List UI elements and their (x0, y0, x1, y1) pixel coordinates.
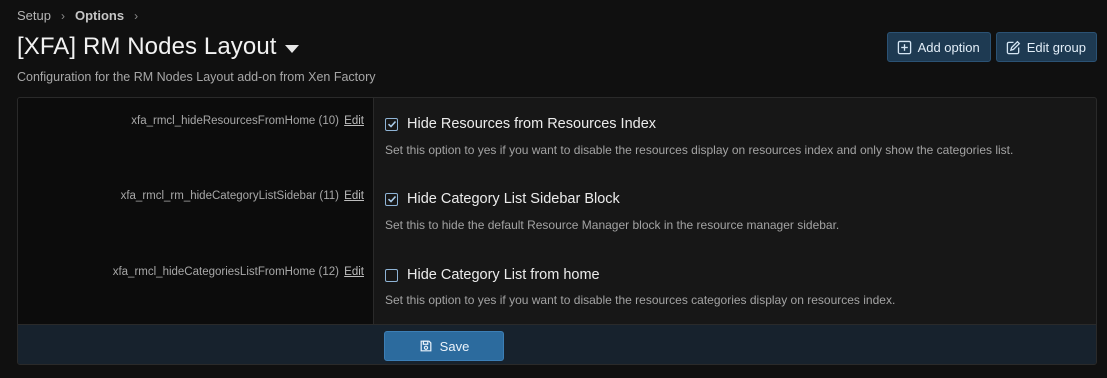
plus-square-icon (897, 40, 911, 54)
checkbox-checked[interactable] (385, 192, 398, 206)
option-checkbox-control[interactable]: Hide Resources from Resources Index (385, 116, 656, 132)
option-hint: Set this to hide the default Resource Ma… (385, 218, 840, 232)
option-label: Hide Category List Sidebar Block (407, 191, 620, 207)
save-icon (420, 340, 432, 352)
caret-down-icon[interactable] (284, 44, 299, 53)
edit-icon (1006, 40, 1020, 54)
header-actions: Add option Edit group (886, 32, 1097, 62)
add-option-button[interactable]: Add option (886, 32, 991, 62)
option-edit-link[interactable]: Edit (344, 115, 364, 127)
option-label: Hide Resources from Resources Index (407, 116, 657, 132)
option-key: xfa_rmcl_hideCategoriesListFromHome (12)… (34, 266, 364, 278)
breadcrumb: Setup › Options › (17, 8, 148, 23)
option-key-column (18, 98, 374, 324)
checkbox-checked[interactable] (385, 117, 398, 131)
option-label: Hide Category List from home (407, 267, 600, 283)
chevron-right-icon: › (60, 8, 65, 23)
chevron-right-icon: › (134, 8, 139, 23)
option-edit-link[interactable]: Edit (344, 190, 364, 202)
edit-group-button[interactable]: Edit group (995, 32, 1097, 62)
breadcrumb-options[interactable]: Options (75, 8, 124, 23)
option-key-text: xfa_rmcl_hideCategoriesListFromHome (12) (112, 266, 339, 278)
option-hint: Set this option to yes if you want to di… (385, 293, 896, 307)
options-body: xfa_rmcl_hideResourcesFromHome (10) Edit… (18, 98, 1096, 324)
option-key: xfa_rmcl_hideResourcesFromHome (10) Edit (34, 115, 364, 127)
page-description: Configuration for the RM Nodes Layout ad… (17, 70, 376, 84)
option-checkbox-control[interactable]: Hide Category List from home (385, 267, 600, 283)
edit-group-label: Edit group (1026, 39, 1086, 55)
title-row: [XFA] RM Nodes Layout (17, 33, 299, 61)
option-key-text: xfa_rmcl_hideResourcesFromHome (10) (131, 115, 339, 127)
option-checkbox-control[interactable]: Hide Category List Sidebar Block (385, 191, 620, 207)
checkbox-unchecked[interactable] (385, 268, 398, 282)
options-form: xfa_rmcl_hideResourcesFromHome (10) Edit… (17, 97, 1097, 365)
option-key-text: xfa_rmcl_rm_hideCategoryListSidebar (11) (120, 190, 339, 202)
save-button[interactable]: Save (384, 331, 504, 361)
option-edit-link[interactable]: Edit (344, 266, 364, 278)
check-icon (387, 195, 396, 203)
option-hint: Set this option to yes if you want to di… (385, 143, 1014, 157)
save-label: Save (439, 338, 470, 354)
page-title: [XFA] RM Nodes Layout (17, 33, 277, 60)
form-submit-row: Save (18, 324, 1096, 364)
add-option-label: Add option (917, 39, 980, 55)
check-icon (387, 120, 396, 128)
breadcrumb-setup[interactable]: Setup (17, 8, 51, 23)
option-key: xfa_rmcl_rm_hideCategoryListSidebar (11)… (34, 190, 364, 202)
